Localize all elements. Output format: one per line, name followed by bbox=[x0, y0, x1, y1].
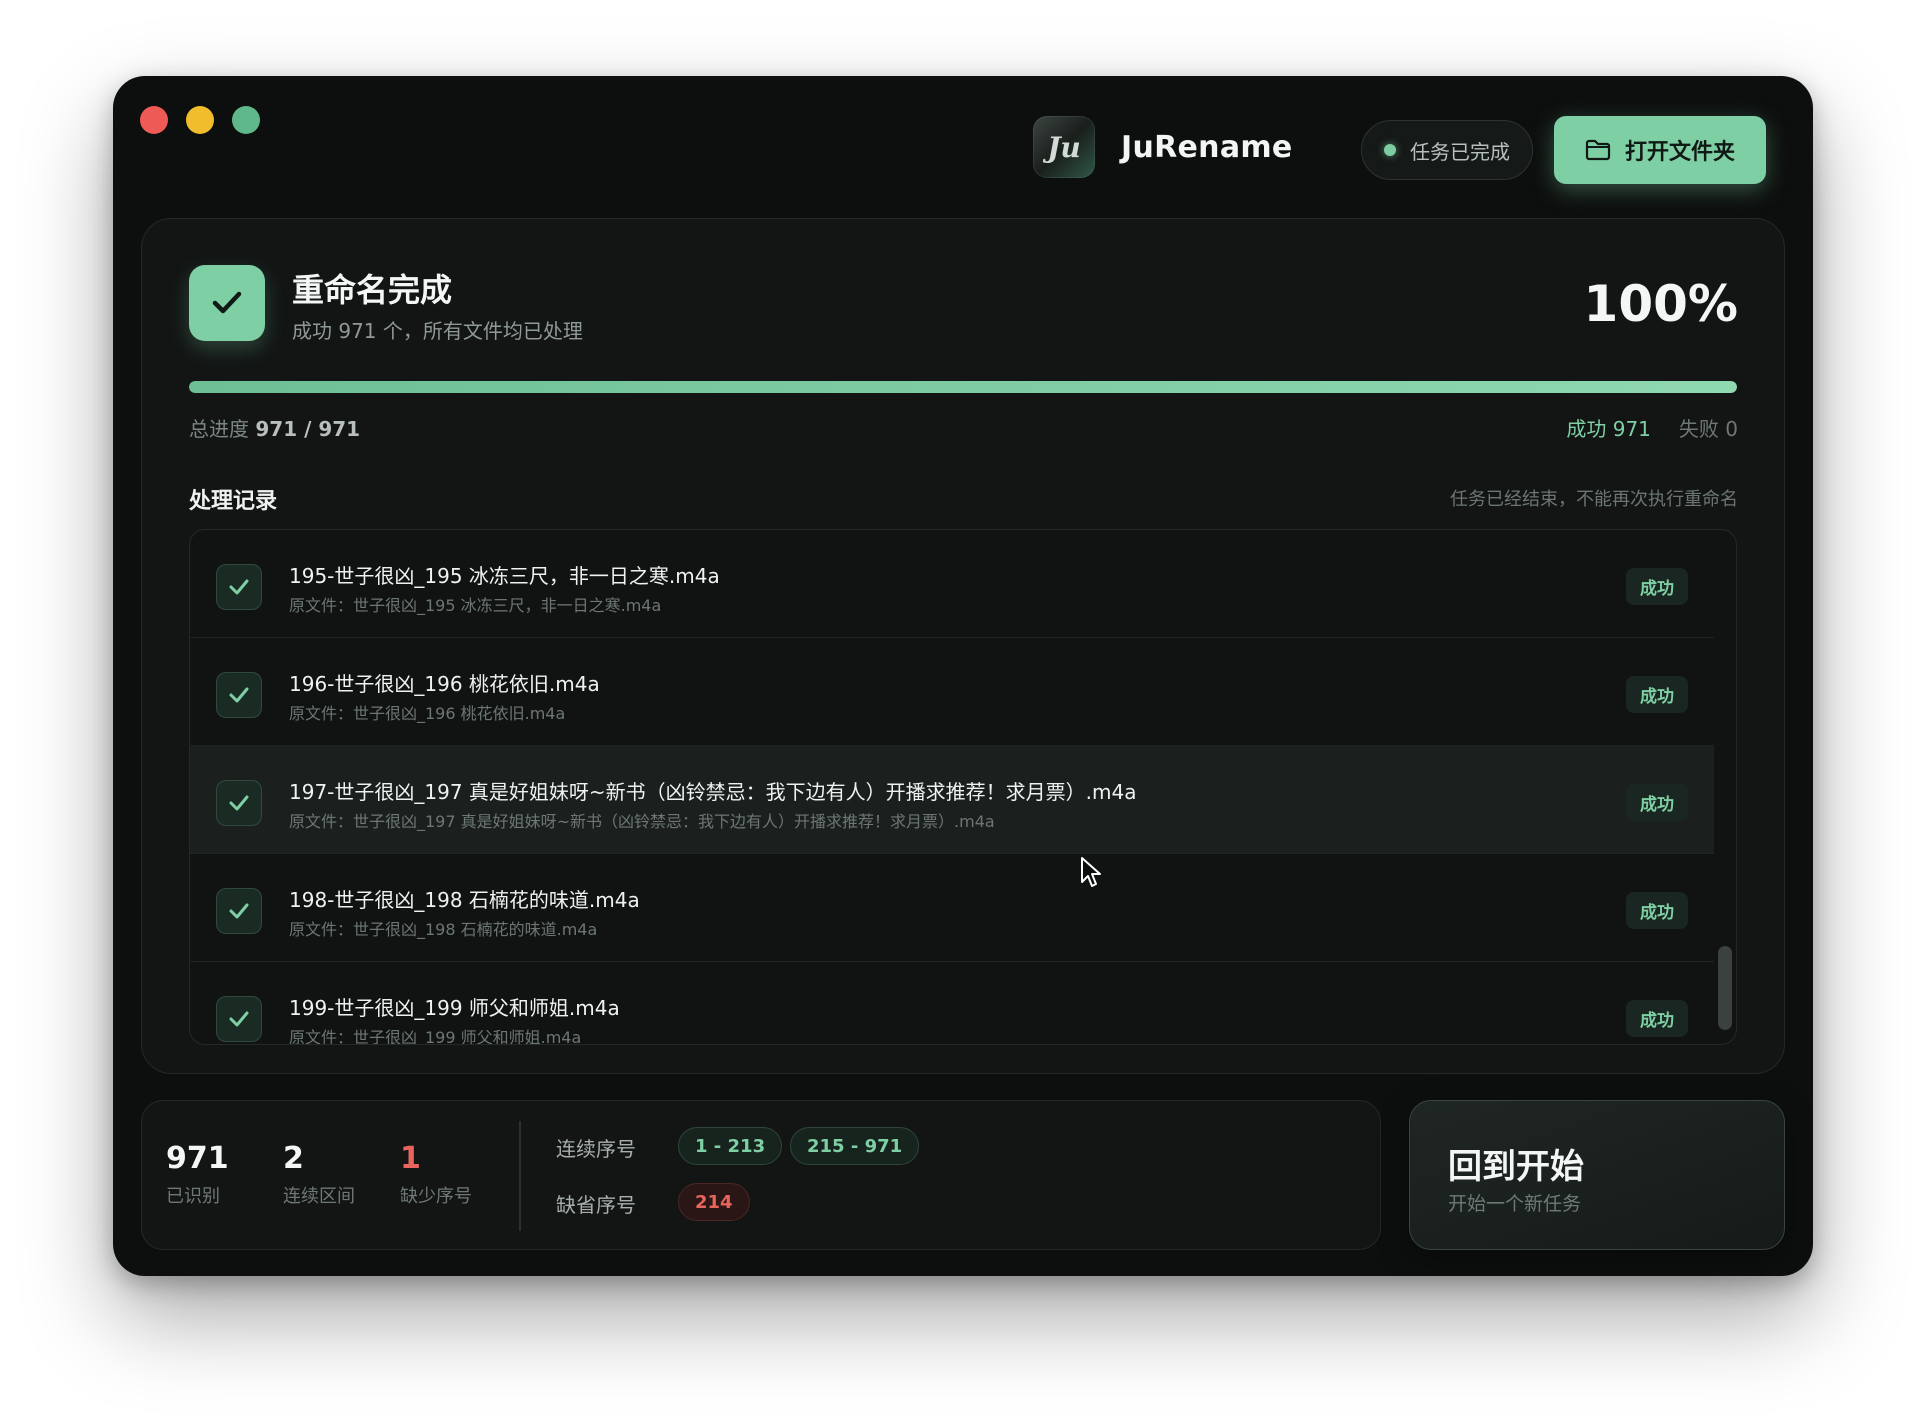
new-filename: 196-世子很凶_196 桃花依旧.m4a bbox=[289, 672, 600, 696]
close-window-button[interactable] bbox=[140, 106, 168, 134]
folder-icon bbox=[1585, 139, 1611, 161]
status-badge: 成功 bbox=[1626, 568, 1688, 605]
status-badge: 成功 bbox=[1626, 892, 1688, 929]
list-item[interactable]: 197-世子很凶_197 真是好姐妹呀~新书（凶铃禁忌：我下边有人）开播求推荐！… bbox=[190, 746, 1714, 854]
new-filename: 199-世子很凶_199 师父和师姐.m4a bbox=[289, 996, 620, 1020]
stat-ranges-label: 连续区间 bbox=[283, 1186, 355, 1207]
task-status-label: 任务已完成 bbox=[1410, 139, 1510, 164]
original-filename: 原文件：世子很凶_199 师父和师姐.m4a bbox=[289, 1028, 582, 1045]
list-item[interactable]: 195-世子很凶_195 冰冻三尺，非一日之寒.m4a 原文件：世子很凶_195… bbox=[190, 530, 1714, 638]
checkmark-icon bbox=[216, 780, 262, 826]
checkmark-icon bbox=[216, 564, 262, 610]
missing-chip: 214 bbox=[678, 1183, 750, 1221]
result-title: 重命名完成 bbox=[292, 271, 453, 309]
completed-check-icon bbox=[189, 265, 265, 341]
stat-ranges-value: 2 bbox=[283, 1141, 304, 1176]
app-name: JuRename bbox=[1121, 129, 1293, 165]
status-badge: 成功 bbox=[1626, 676, 1688, 713]
stat-recognized-label: 已识别 bbox=[166, 1186, 220, 1207]
status-badge: 成功 bbox=[1626, 784, 1688, 821]
fail-count: 失败 0 bbox=[1678, 417, 1738, 441]
minimize-window-button[interactable] bbox=[186, 106, 214, 134]
progress-value: 971 / 971 bbox=[255, 417, 361, 441]
original-filename: 原文件：世子很凶_196 桃花依旧.m4a bbox=[289, 704, 566, 723]
stat-missing: 1 缺少序号 bbox=[400, 1141, 472, 1208]
stat-missing-value: 1 bbox=[400, 1141, 421, 1176]
stats-divider bbox=[519, 1121, 521, 1231]
progress-label: 总进度 971 / 971 bbox=[189, 413, 360, 442]
stat-recognized-value: 971 bbox=[166, 1141, 229, 1176]
task-status-badge: 任务已完成 bbox=[1361, 120, 1533, 180]
new-filename: 195-世子很凶_195 冰冻三尺，非一日之寒.m4a bbox=[289, 564, 720, 588]
progress-bar-fill bbox=[189, 381, 1737, 393]
mouse-cursor-icon bbox=[1081, 857, 1101, 887]
original-filename: 原文件：世子很凶_198 石楠花的味道.m4a bbox=[289, 920, 598, 939]
records-list[interactable]: 195-世子很凶_195 冰冻三尺，非一日之寒.m4a 原文件：世子很凶_195… bbox=[189, 529, 1737, 1045]
progress-bar bbox=[189, 381, 1737, 393]
list-item[interactable]: 198-世子很凶_198 石楠花的味道.m4a 原文件：世子很凶_198 石楠花… bbox=[190, 854, 1714, 962]
list-item[interactable]: 199-世子很凶_199 师父和师姐.m4a 原文件：世子很凶_199 师父和师… bbox=[190, 962, 1714, 1045]
stat-recognized: 971 已识别 bbox=[166, 1141, 229, 1208]
missing-label: 缺省序号 bbox=[556, 1193, 636, 1217]
list-item[interactable]: 196-世子很凶_196 桃花依旧.m4a 原文件：世子很凶_196 桃花依旧.… bbox=[190, 638, 1714, 746]
records-title: 处理记录 bbox=[189, 489, 278, 514]
scrollbar-thumb[interactable] bbox=[1718, 946, 1732, 1030]
progress-counts: 成功 971 失败 0 bbox=[1566, 413, 1738, 442]
restart-button[interactable]: 回到开始 开始一个新任务 bbox=[1409, 1100, 1785, 1250]
records-note: 任务已经结束，不能再次执行重命名 bbox=[1450, 489, 1738, 510]
stat-missing-label: 缺少序号 bbox=[400, 1186, 472, 1207]
new-filename: 197-世子很凶_197 真是好姐妹呀~新书（凶铃禁忌：我下边有人）开播求推荐！… bbox=[289, 780, 1137, 804]
restart-subtitle: 开始一个新任务 bbox=[1448, 1193, 1582, 1215]
restart-title: 回到开始 bbox=[1448, 1147, 1584, 1187]
status-dot-icon bbox=[1384, 144, 1396, 156]
range-chip: 215 - 971 bbox=[790, 1127, 920, 1165]
continuous-label: 连续序号 bbox=[556, 1137, 636, 1161]
window-controls bbox=[140, 106, 260, 134]
original-filename: 原文件：世子很凶_197 真是好姐妹呀~新书（凶铃禁忌：我下边有人）开播求推荐！… bbox=[289, 812, 995, 831]
progress-percent: 100% bbox=[1583, 275, 1738, 333]
result-card: 重命名完成 成功 971 个，所有文件均已处理 100% 总进度 971 / 9… bbox=[141, 218, 1785, 1074]
success-count: 成功 971 bbox=[1566, 417, 1651, 441]
checkmark-icon bbox=[216, 888, 262, 934]
new-filename: 198-世子很凶_198 石楠花的味道.m4a bbox=[289, 888, 640, 912]
zoom-window-button[interactable] bbox=[232, 106, 260, 134]
status-badge: 成功 bbox=[1626, 1000, 1688, 1037]
open-folder-label: 打开文件夹 bbox=[1624, 140, 1735, 165]
original-filename: 原文件：世子很凶_195 冰冻三尺，非一日之寒.m4a bbox=[289, 596, 662, 615]
checkmark-icon bbox=[216, 672, 262, 718]
result-subtitle: 成功 971 个，所有文件均已处理 bbox=[292, 319, 583, 343]
records-scrollbar[interactable] bbox=[1716, 530, 1732, 1044]
app-window: Ju JuRename 任务已完成 打开文件夹 重命名完成 成功 971 个，所… bbox=[113, 76, 1813, 1276]
sequence-stats-card: 971 已识别 2 连续区间 1 缺少序号 连续序号 1 - 213 215 -… bbox=[141, 1100, 1381, 1250]
checkmark-icon bbox=[216, 996, 262, 1042]
app-logo: Ju bbox=[1033, 116, 1095, 178]
progress-label-text: 总进度 bbox=[189, 417, 249, 441]
open-folder-button[interactable]: 打开文件夹 bbox=[1554, 116, 1766, 184]
app-brand: Ju JuRename bbox=[1033, 116, 1293, 178]
stat-ranges: 2 连续区间 bbox=[283, 1141, 355, 1208]
range-chip: 1 - 213 bbox=[678, 1127, 783, 1165]
